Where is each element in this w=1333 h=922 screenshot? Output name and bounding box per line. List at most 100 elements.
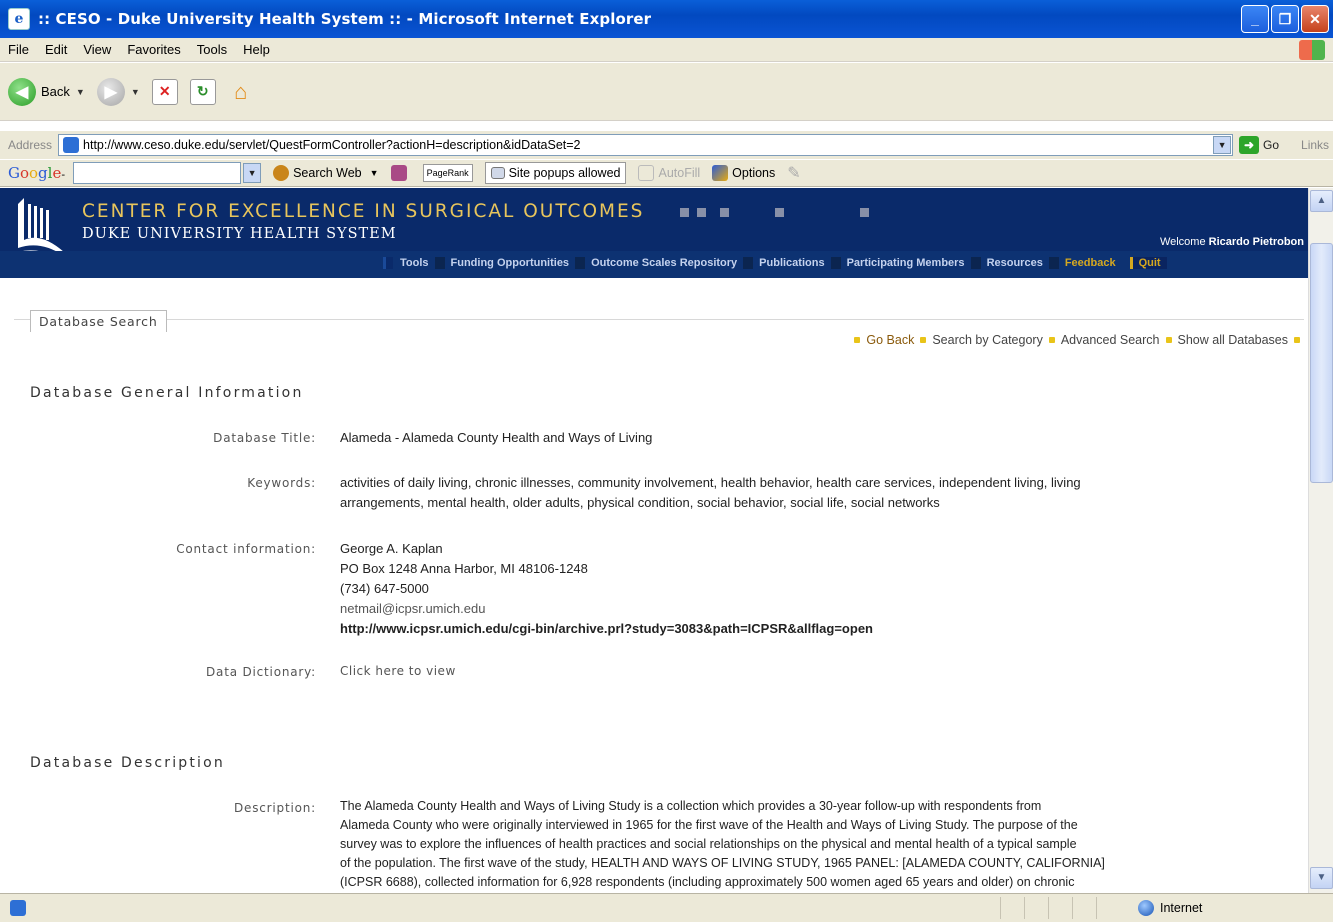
menu-edit[interactable]: Edit [45, 42, 67, 57]
autofill-button[interactable]: AutoFill [638, 165, 700, 181]
back-button[interactable]: ◀ Back ▼ [8, 77, 85, 106]
address-url[interactable]: http://www.ceso.duke.edu/servlet/QuestFo… [83, 138, 1213, 152]
vertical-scrollbar[interactable]: ▲ ▼ [1308, 188, 1333, 893]
database-title-value: Alameda - Alameda County Health and Ways… [340, 430, 653, 445]
contact-info-label: Contact information: [176, 542, 316, 556]
go-back-link[interactable]: Go Back [866, 333, 914, 347]
nav-participating-members[interactable]: Participating Members [843, 257, 969, 269]
welcome-user: Ricardo Pietrobon [1208, 236, 1304, 248]
welcome-message: Welcome Ricardo Pietrobon [1160, 236, 1304, 248]
address-input[interactable]: http://www.ceso.duke.edu/servlet/QuestFo… [58, 134, 1234, 156]
nav-funding-opportunities[interactable]: Funding Opportunities [447, 257, 574, 269]
back-label: Back [41, 84, 70, 99]
contact-address: PO Box 1248 Anna Harbor, MI 48106-1248 [340, 561, 588, 576]
nav-feedback[interactable]: Feedback [1061, 257, 1120, 269]
globe-icon [1138, 900, 1154, 916]
data-dictionary-link[interactable]: Click here to view [340, 661, 456, 681]
minimize-button[interactable]: _ [1241, 5, 1269, 33]
database-title-label: Database Title: [213, 431, 316, 445]
go-button[interactable]: ➜ Go [1239, 136, 1279, 154]
panel-tab-database-search: Database Search [30, 310, 167, 332]
description-text: The Alameda County Health and Ways of Li… [340, 799, 1105, 889]
window-titlebar: e :: CESO - Duke University Health Syste… [0, 0, 1333, 38]
bullet-icon [854, 337, 861, 343]
contact-info-value: George A. Kaplan PO Box 1248 Anna Harbor… [340, 539, 873, 639]
options-label: Options [732, 166, 776, 180]
restore-button[interactable]: ❐ [1271, 5, 1299, 33]
menu-tools[interactable]: Tools [197, 42, 227, 57]
google-toolbar: Google- ▼ Search Web ▼ PageRank Site pop… [0, 160, 1333, 187]
go-arrow-icon: ➜ [1239, 136, 1260, 154]
back-arrow-icon: ◀ [8, 77, 36, 106]
forward-button[interactable]: ▶ ▼ [96, 77, 140, 106]
home-icon: ⌂ [234, 78, 248, 104]
status-cells [1000, 897, 1120, 919]
nav-outcome-scales-repository[interactable]: Outcome Scales Repository [587, 257, 741, 269]
scroll-up-icon[interactable]: ▲ [1310, 190, 1333, 212]
forward-dropdown-icon[interactable]: ▼ [131, 87, 140, 97]
address-label: Address [8, 138, 53, 152]
stop-icon: ✕ [151, 78, 178, 105]
ie-page-icon[interactable]: e [8, 8, 30, 30]
keywords-label: Keywords: [247, 476, 316, 490]
menu-favorites[interactable]: Favorites [127, 42, 180, 57]
menu-help[interactable]: Help [243, 42, 270, 57]
close-button[interactable]: ✕ [1301, 5, 1329, 33]
show-all-databases-link[interactable]: Show all Databases [1178, 333, 1288, 347]
menu-file[interactable]: File [8, 42, 29, 57]
autofill-icon [638, 165, 655, 181]
news-button[interactable] [390, 165, 411, 181]
popup-blocker-button[interactable]: Site popups allowed [484, 162, 627, 184]
search-web-dropdown-icon[interactable]: ▼ [370, 168, 379, 178]
stop-button[interactable]: ✕ [151, 78, 178, 105]
address-dropdown-icon[interactable]: ▼ [1213, 136, 1232, 154]
address-bar: Address http://www.ceso.duke.edu/servlet… [0, 131, 1333, 159]
scroll-down-icon[interactable]: ▼ [1310, 867, 1333, 889]
health-system-title: DUKE UNIVERSITY HEALTH SYSTEM [82, 226, 397, 242]
popups-label: Site popups allowed [508, 166, 621, 180]
welcome-prefix: Welcome [1159, 236, 1206, 248]
search-web-label: Search Web [293, 166, 362, 180]
search-web-button[interactable]: Search Web ▼ [273, 165, 379, 181]
bullet-icon [1294, 337, 1300, 343]
links-button[interactable]: Links [1301, 138, 1329, 152]
windows-logo-icon [1299, 40, 1325, 60]
security-zone: Internet [1138, 900, 1202, 916]
nav-tools[interactable]: Tools [396, 257, 433, 269]
description-label: Description: [234, 801, 316, 815]
window-controls: _ ❐ ✕ [1241, 5, 1329, 33]
options-icon [712, 165, 729, 181]
google-search-input[interactable] [73, 162, 242, 184]
bullet-icon [1165, 337, 1172, 343]
status-bar: Internet [0, 893, 1333, 922]
description-heading: Database Description [30, 755, 225, 771]
menu-view[interactable]: View [83, 42, 111, 57]
binoculars-icon [273, 165, 290, 181]
site-nav: Tools Funding Opportunities Outcome Scal… [0, 251, 1308, 278]
go-label: Go [1263, 138, 1280, 152]
back-dropdown-icon[interactable]: ▼ [76, 87, 85, 97]
contact-email-link[interactable]: netmail@icpsr.umich.edu [340, 599, 873, 619]
search-by-category-link[interactable]: Search by Category [932, 333, 1042, 347]
nav-publications[interactable]: Publications [755, 257, 828, 269]
nav-resources[interactable]: Resources [983, 257, 1047, 269]
pagerank-indicator[interactable]: PageRank [422, 164, 473, 182]
pencil-icon: ✎ [787, 165, 801, 182]
window-title: :: CESO - Duke University Health System … [38, 10, 652, 28]
zone-label: Internet [1160, 901, 1203, 915]
nav-quit[interactable]: Quit [1129, 257, 1167, 269]
advanced-search-link[interactable]: Advanced Search [1061, 333, 1160, 347]
scroll-thumb[interactable] [1310, 243, 1333, 483]
highlighter-button[interactable]: ✎ [787, 163, 800, 183]
options-button[interactable]: Options [712, 165, 775, 181]
refresh-button[interactable]: ↻ [189, 78, 216, 105]
autofill-label: AutoFill [658, 166, 701, 180]
bullet-icon [920, 337, 927, 343]
google-logo[interactable]: Google- [8, 164, 65, 182]
news-icon [390, 165, 407, 181]
contact-url-link[interactable]: http://www.icpsr.umich.edu/cgi-bin/archi… [340, 619, 873, 639]
bullet-icon [1048, 337, 1055, 343]
google-search-dropdown-icon[interactable]: ▼ [243, 163, 262, 183]
contact-phone: (734) 647-5000 [340, 581, 429, 596]
home-button[interactable]: ⌂ [228, 79, 254, 105]
